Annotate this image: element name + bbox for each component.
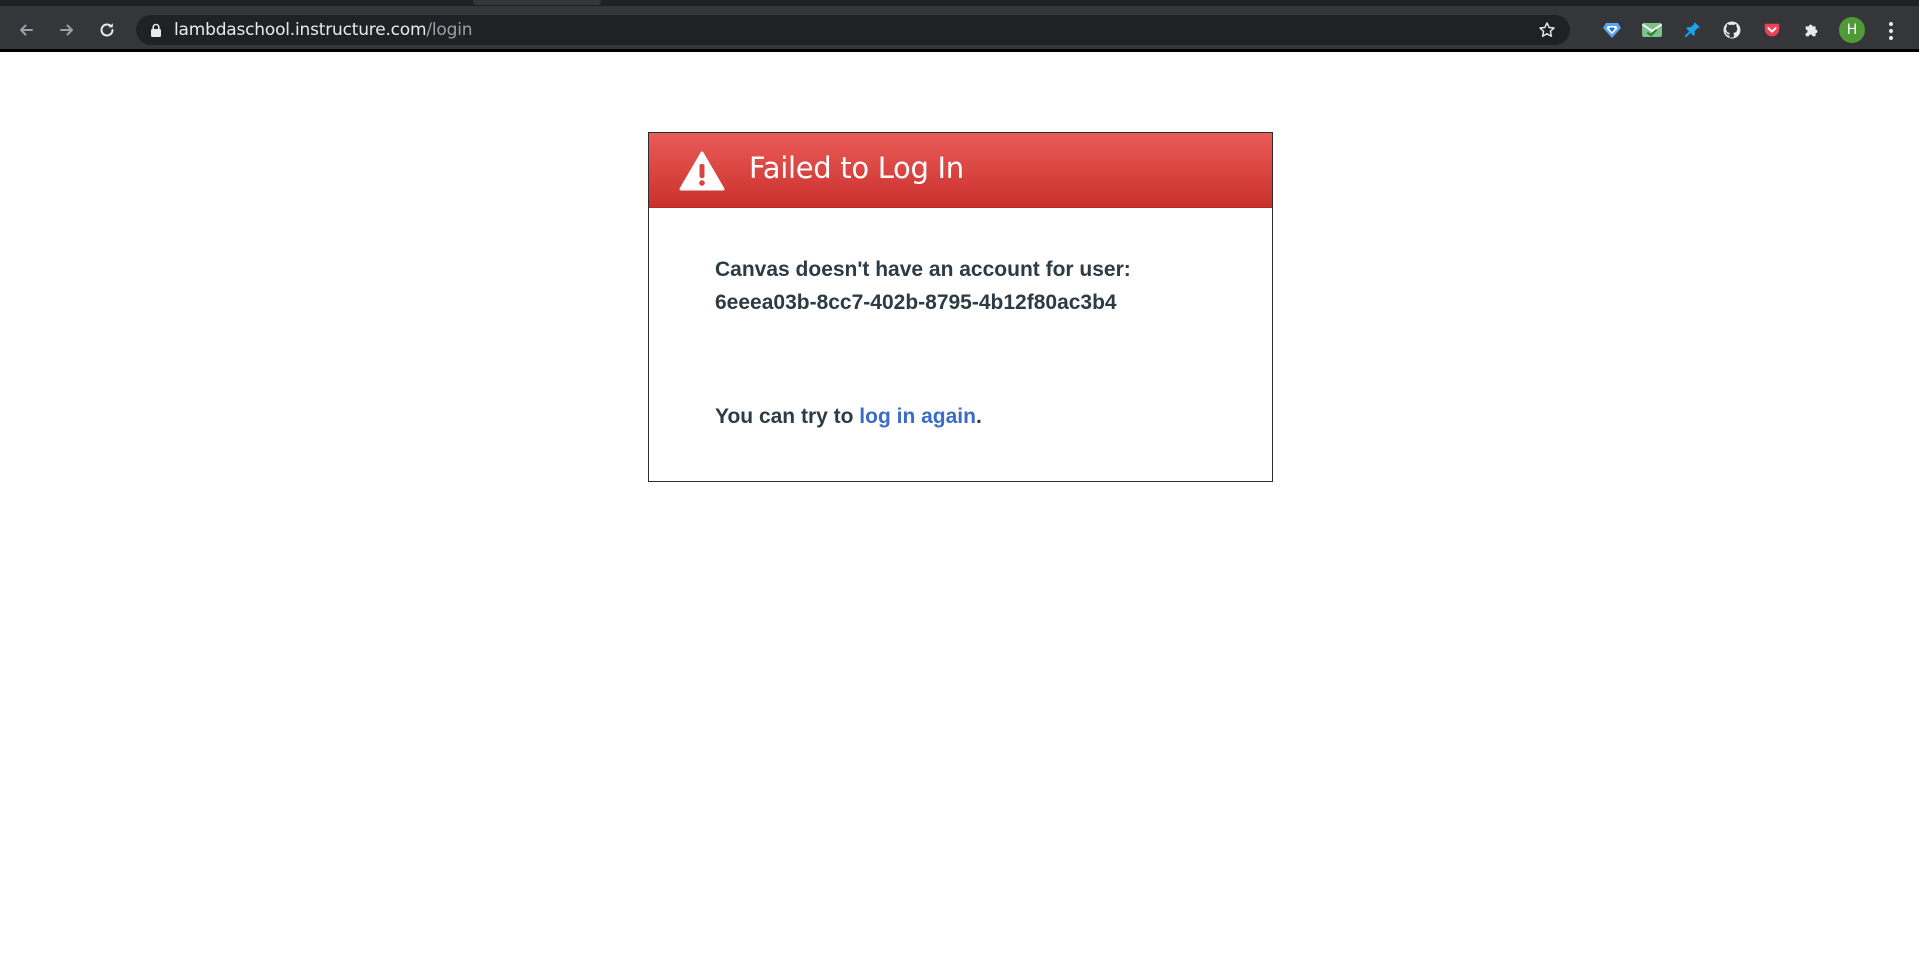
address-bar[interactable]: lambdaschool.instructure.com/login	[136, 15, 1570, 45]
dialog-title: Failed to Log In	[749, 151, 964, 185]
active-tab[interactable]	[473, 0, 601, 5]
reload-button[interactable]	[93, 16, 121, 44]
mail-checker-icon[interactable]	[1632, 14, 1672, 46]
extensions-puzzle-icon[interactable]	[1792, 14, 1832, 46]
diamond-extension-icon[interactable]	[1592, 14, 1632, 46]
back-button[interactable]	[12, 16, 40, 44]
pocket-icon[interactable]	[1752, 14, 1792, 46]
profile-avatar[interactable]: H	[1832, 14, 1872, 46]
url-path: /login	[426, 20, 473, 40]
avatar-initial: H	[1839, 17, 1865, 43]
chrome-divider	[0, 49, 1919, 52]
login-error-dialog: Failed to Log In Canvas doesn't have an …	[648, 132, 1273, 482]
warning-icon	[679, 151, 725, 191]
retry-suffix: .	[975, 405, 982, 428]
browser-toolbar: lambdaschool.instructure.com/login H	[0, 6, 1919, 49]
pushpin-icon[interactable]	[1672, 14, 1712, 46]
log-in-again-link[interactable]: log in again	[859, 405, 976, 428]
user-id: 6eeea03b-8cc7-402b-8795-4b12f80ac3b4	[715, 291, 1117, 314]
extensions-area: H	[1592, 14, 1872, 46]
browser-chrome: lambdaschool.instructure.com/login H	[0, 0, 1919, 52]
back-arrow-icon	[20, 24, 33, 36]
url-host: lambdaschool.instructure.com	[174, 20, 427, 40]
forward-arrow-icon	[60, 24, 73, 36]
bookmark-star-icon[interactable]	[1538, 21, 1556, 39]
browser-menu-icon[interactable]	[1888, 20, 1894, 42]
error-message: Canvas doesn't have an account for user:…	[715, 253, 1235, 319]
retry-message: You can try to log in again.	[715, 405, 982, 429]
reload-icon	[100, 23, 114, 37]
retry-prefix: You can try to	[715, 405, 860, 428]
forward-button[interactable]	[53, 16, 81, 44]
url-text[interactable]: lambdaschool.instructure.com/login	[174, 20, 473, 40]
lock-icon[interactable]	[150, 23, 162, 37]
github-icon[interactable]	[1712, 14, 1752, 46]
error-message-text: Canvas doesn't have an account for user:	[715, 258, 1131, 281]
dialog-header: Failed to Log In	[649, 133, 1272, 208]
